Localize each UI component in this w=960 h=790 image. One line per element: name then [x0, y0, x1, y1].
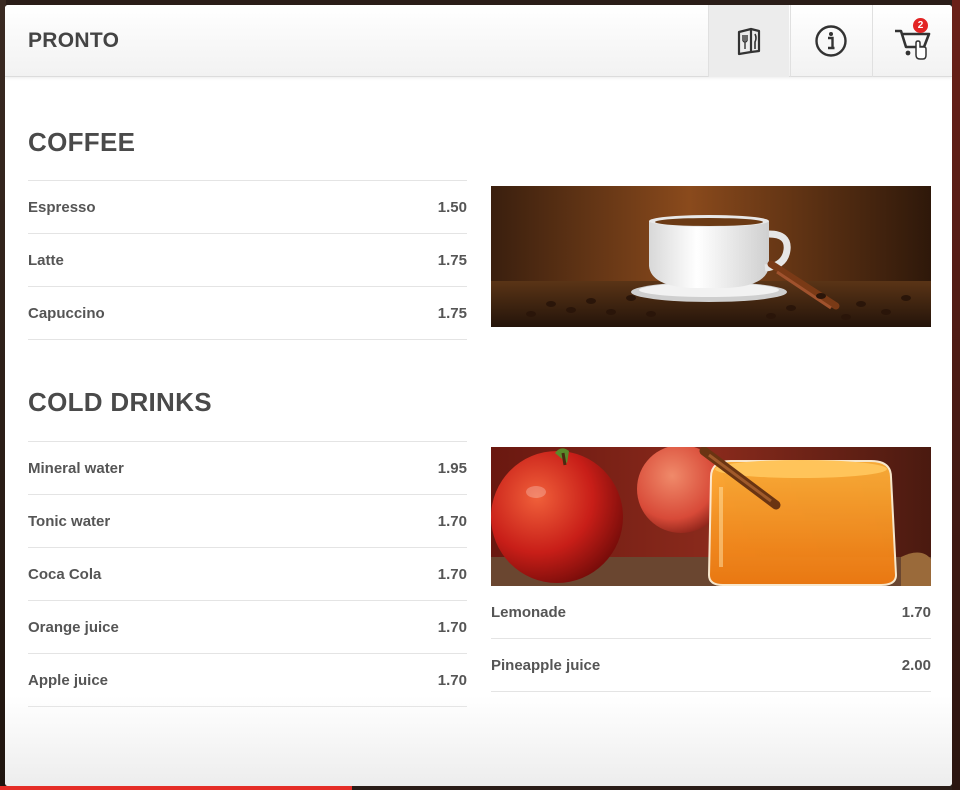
coffee-list: Espresso 1.50 Latte 1.75 Capuccino 1.75	[28, 180, 467, 340]
item-name: Capuccino	[28, 305, 105, 322]
menu-item[interactable]: Tonic water 1.70	[28, 495, 467, 548]
item-price: 1.70	[438, 513, 467, 530]
bottom-fade	[5, 696, 952, 786]
item-price: 1.70	[438, 672, 467, 689]
item-name: Tonic water	[28, 513, 110, 530]
item-name: Pineapple juice	[491, 657, 600, 674]
cold-drinks-image	[491, 447, 931, 586]
item-price: 1.70	[438, 566, 467, 583]
coffee-image	[491, 186, 931, 327]
item-price: 1.70	[438, 619, 467, 636]
item-price: 1.75	[438, 252, 467, 269]
cold-drinks-list-right: Lemonade 1.70 Pineapple juice 2.00	[491, 586, 931, 692]
info-icon	[814, 24, 848, 58]
background-right	[952, 0, 960, 790]
item-name: Coca Cola	[28, 566, 101, 583]
cold-drinks-list-left: Mineral water 1.95 Tonic water 1.70 Coca…	[28, 441, 467, 707]
item-name: Mineral water	[28, 460, 124, 477]
item-name: Lemonade	[491, 604, 566, 621]
app-title: PRONTO	[28, 29, 119, 53]
menu-button[interactable]	[708, 5, 789, 77]
cart-count-badge: 2	[913, 18, 928, 33]
menu-item[interactable]: Mineral water 1.95	[28, 442, 467, 495]
video-progress-bar[interactable]	[0, 786, 352, 790]
cart-button[interactable]: 2	[872, 5, 952, 77]
item-price: 1.75	[438, 305, 467, 322]
menu-item[interactable]: Pineapple juice 2.00	[491, 639, 931, 692]
menu-item[interactable]: Capuccino 1.75	[28, 287, 467, 340]
menu-item[interactable]: Orange juice 1.70	[28, 601, 467, 654]
menu-item[interactable]: Espresso 1.50	[28, 181, 467, 234]
info-button[interactable]	[790, 5, 871, 77]
menu-book-icon	[735, 26, 763, 56]
header-bar: PRONTO 2	[5, 5, 952, 77]
menu-item[interactable]: Lemonade 1.70	[491, 586, 931, 639]
menu-item[interactable]: Latte 1.75	[28, 234, 467, 287]
item-price: 1.70	[902, 604, 931, 621]
item-price: 1.50	[438, 199, 467, 216]
item-price: 1.95	[438, 460, 467, 477]
item-name: Orange juice	[28, 619, 119, 636]
item-name: Latte	[28, 252, 64, 269]
item-name: Apple juice	[28, 672, 108, 689]
item-price: 2.00	[902, 657, 931, 674]
menu-app: PRONTO 2 CO	[5, 5, 952, 786]
section-title-cold-drinks: COLD DRINKS	[28, 387, 212, 418]
menu-item[interactable]: Coca Cola 1.70	[28, 548, 467, 601]
item-name: Espresso	[28, 199, 96, 216]
section-title-coffee: COFFEE	[28, 127, 135, 158]
